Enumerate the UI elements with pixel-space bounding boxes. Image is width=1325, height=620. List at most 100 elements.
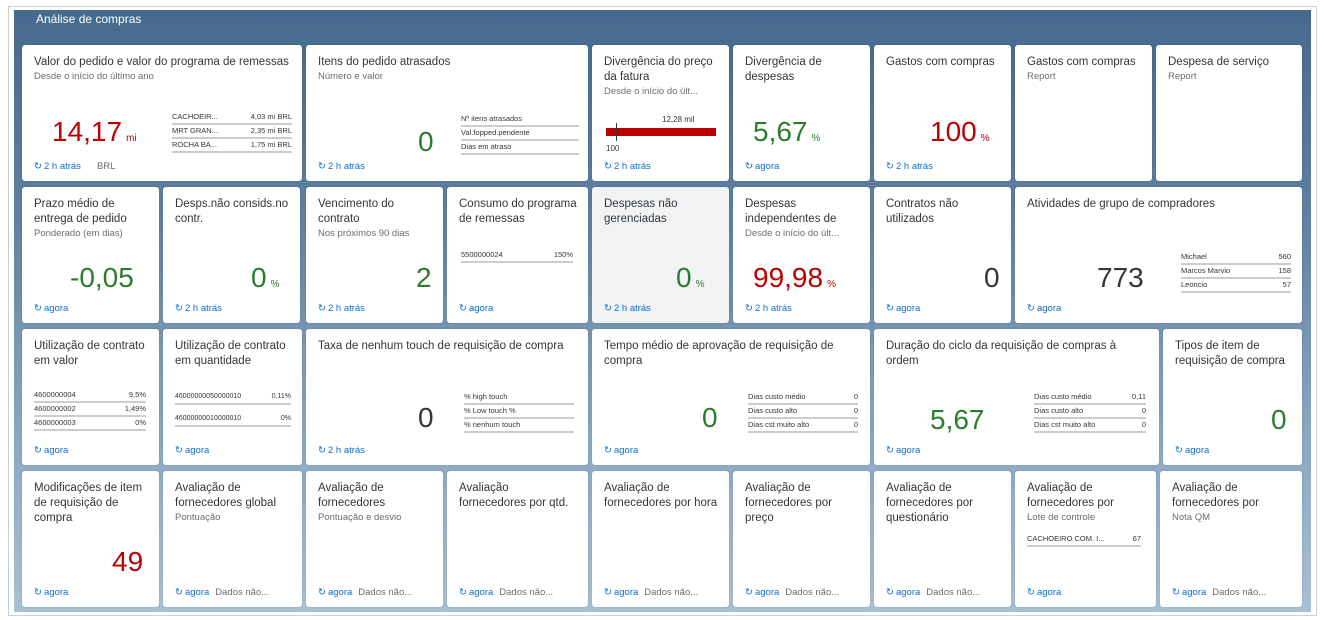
refresh-icon: ↻ (175, 445, 183, 456)
tile-supplier-eval[interactable]: Avaliação de fornecedores Pontuação e des… (306, 471, 443, 607)
tile-title: Avaliação de fornecedores por hora (604, 482, 718, 509)
comparison-list: Michael 560 Marcos Marvio 158 Leoncio 57 (1181, 251, 1291, 293)
refresh-icon: ↻ (886, 303, 894, 314)
tile-title: Avaliação fornecedores por qtd. (459, 482, 569, 509)
tile-unmanaged-spend[interactable]: Despesas não gerenciadas 0% ↻ 2 h atrás (592, 187, 729, 323)
tile-footer: ↻ agora (34, 303, 69, 314)
tile-contract-qty-usage[interactable]: Utilização de contrato em quantidade 460… (163, 329, 302, 465)
tile-title: Gastos com compras Report (1027, 56, 1136, 82)
tile-footer: ↻ agora Dados não... (604, 587, 699, 598)
tile-contract-value-usage[interactable]: Utilização de contrato em valor 46000000… (22, 329, 159, 465)
tile-title: Tempo médio de aprovação de requisição d… (604, 340, 834, 367)
tile-title: Valor do pedido e valor do programa de r… (34, 56, 289, 82)
tile-title: Avaliação de fornecedores por questionár… (886, 482, 973, 524)
kpi-value: 0 (1271, 404, 1287, 435)
tile-unused-contracts[interactable]: Contratos não utilizados 0 ↻ agora (874, 187, 1011, 323)
refresh-icon: ↻ (1027, 587, 1035, 598)
refresh-icon: ↻ (318, 587, 326, 598)
tile-title: Itens do pedido atrasados Número e valor (318, 56, 451, 82)
tile-schedule-consumption[interactable]: Consumo do programa de remessas 55000000… (447, 187, 588, 323)
tile-footer: ↻ 2 h atrás (604, 303, 651, 314)
tile-expense-divergence[interactable]: Divergência de despesas 5,67% ↻ agora (733, 45, 870, 181)
tile-independent-spend[interactable]: Despesas independentes de Desde o início … (733, 187, 870, 323)
tile-requisition-item-changes[interactable]: Modificações de item de requisição de co… (22, 471, 159, 607)
tile-requisition-item-types[interactable]: Tipos de item de requisição de compra 0 … (1163, 329, 1302, 465)
refresh-icon: ↻ (318, 303, 326, 314)
tile-footer: ↻ agora (886, 445, 921, 456)
tile-footer: ↻ agora Dados não... (745, 587, 840, 598)
comparison-list: Dias custo médio 0 Dias custo alto 0 Dias … (748, 391, 858, 433)
tile-title: Atividades de grupo de compradores (1027, 198, 1215, 210)
comparison-list: 4600000004 9,5% 4600000002 1,49% 460000000… (34, 389, 146, 431)
tile-no-touch-rate[interactable]: Taxa de nenhum touch de requisição de co… (306, 329, 588, 465)
tile-title: Avaliação de fornecedores por Nota QM (1172, 482, 1259, 523)
tile-footer: ↻ 2 h atrás (175, 303, 222, 314)
refresh-icon: ↻ (34, 587, 42, 598)
kpi-value: 99,98% (753, 262, 836, 293)
tile-footer: ↻ 2 h atrás (604, 161, 651, 172)
tile-title: Avaliação de fornecedores por Lote de con… (1027, 482, 1114, 523)
tile-footer: ↻ agora (175, 445, 210, 456)
tile-supplier-eval-time[interactable]: Avaliação de fornecedores por hora ↻ agor… (592, 471, 729, 607)
kpi-value: 2 (416, 262, 432, 293)
tile-footer: ↻ 2 h atrás (886, 161, 933, 172)
tile-supplier-eval-qty[interactable]: Avaliação fornecedores por qtd. ↻ agora Da… (447, 471, 588, 607)
tile-footer: ↻ agora (745, 161, 780, 172)
tile-title: Divergência de despesas (745, 56, 822, 83)
tile-title: Tipos de item de requisição de compra (1175, 340, 1285, 367)
refresh-icon: ↻ (886, 161, 894, 172)
comparison-list: CACHOEIR... 4,03 mi BRL MRT GRAN... 2,35 … (172, 111, 292, 153)
tile-purchasing-group-activities[interactable]: Atividades de grupo de compradores 773 M… (1015, 187, 1302, 323)
tile-footer: ↻ 2 h atrás BRL (34, 161, 116, 172)
tile-footer: ↻ agora (604, 445, 639, 456)
tile-title: Divergência do preço da fatura Desde o in… (604, 56, 713, 97)
bullet-base-label: 100 (606, 144, 620, 153)
tile-supplier-eval-questionnaire[interactable]: Avaliação de fornecedores por questionár… (874, 471, 1011, 607)
refresh-icon: ↻ (34, 445, 42, 456)
tile-footer: ↻ agora (459, 303, 494, 314)
refresh-icon: ↻ (34, 161, 42, 172)
tile-title: Avaliação de fornecedores global Pontuaçã… (175, 482, 277, 523)
refresh-icon: ↻ (1027, 303, 1035, 314)
tile-title: Avaliação de fornecedores por preço (745, 482, 832, 524)
refresh-icon: ↻ (1172, 587, 1180, 598)
page-title: Análise de compras (36, 12, 142, 26)
tile-title: Avaliação de fornecedores Pontuação e des… (318, 482, 402, 523)
refresh-icon: ↻ (175, 587, 183, 598)
comparison-list: CACHOEIRO COM. I... 67 (1027, 533, 1141, 547)
tile-contract-expiry[interactable]: Vencimento do contrato Nos próximos 90 di… (306, 187, 443, 323)
kpi-value: 49 (112, 546, 144, 577)
tile-late-items[interactable]: Itens do pedido atrasados Número e valor … (306, 45, 588, 181)
tile-supplier-eval-price[interactable]: Avaliação de fornecedores por preço ↻ ago… (733, 471, 870, 607)
tile-footer: ↻ 2 h atrás (318, 445, 365, 456)
tile-title: Despesa de serviço Report (1168, 56, 1269, 82)
bullet-bar (606, 128, 716, 136)
kpi-value: 0% (676, 262, 705, 293)
refresh-icon: ↻ (34, 303, 42, 314)
tile-supplier-eval-inspection-lot[interactable]: Avaliação de fornecedores por Lote de con… (1015, 471, 1156, 607)
tile-service-expense[interactable]: Despesa de serviço Report (1156, 45, 1302, 181)
tile-title: Utilização de contrato em quantidade (175, 340, 286, 367)
tile-purchase-spend-report[interactable]: Gastos com compras Report (1015, 45, 1152, 181)
refresh-icon: ↻ (318, 445, 326, 456)
tile-cycle-duration[interactable]: Duração do ciclo da requisição de compra… (874, 329, 1159, 465)
tile-order-value[interactable]: Valor do pedido e valor do programa de r… (22, 45, 302, 181)
tile-invoice-price-divergence[interactable]: Divergência do preço da fatura Desde o in… (592, 45, 729, 181)
tile-noncontract-spend[interactable]: Desps.não consids.no contr. 0% ↻ 2 h atrá… (163, 187, 300, 323)
tile-footer: ↻ agora Dados não... (1172, 587, 1267, 598)
kpi-value: 0% (251, 262, 280, 293)
tile-footer: ↻ 2 h atrás (318, 303, 365, 314)
tile-avg-delivery-time[interactable]: Prazo médio de entrega de pedido Ponderad… (22, 187, 159, 323)
tile-supplier-eval-global[interactable]: Avaliação de fornecedores global Pontuaçã… (163, 471, 302, 607)
tile-title: Taxa de nenhum touch de requisição de co… (318, 340, 564, 352)
tile-avg-approval-time[interactable]: Tempo médio de aprovação de requisição d… (592, 329, 870, 465)
tile-footer: ↻ 2 h atrás (318, 161, 365, 172)
tile-supplier-eval-qm-notification[interactable]: Avaliação de fornecedores por Nota QM ↻ ag… (1160, 471, 1302, 607)
comparison-list: 5500000024 150% (461, 249, 573, 263)
tile-purchase-spend[interactable]: Gastos com compras 100% ↻ 2 h atrás (874, 45, 1011, 181)
kpi-value: 773 (1097, 262, 1144, 293)
tile-footer: ↻ agora (34, 445, 69, 456)
tile-title: Desps.não consids.no contr. (175, 198, 289, 225)
tile-title: Contratos não utilizados (886, 198, 959, 225)
tile-title: Modificações de item de requisição de co… (34, 482, 143, 524)
